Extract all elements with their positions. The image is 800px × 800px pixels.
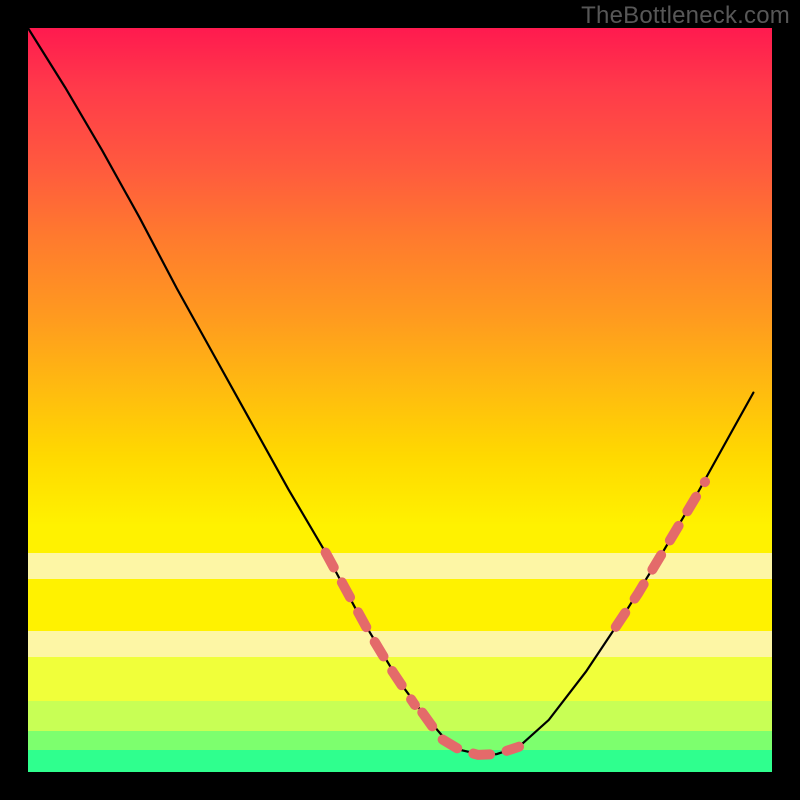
highlight-dashed-segments xyxy=(326,482,705,755)
bottleneck-curve xyxy=(28,28,753,755)
watermark-text: TheBottleneck.com xyxy=(581,2,790,30)
plot-area xyxy=(28,28,772,772)
chart-container: TheBottleneck.com xyxy=(0,0,800,800)
chart-svg xyxy=(28,28,772,772)
highlight-bottom-dashed xyxy=(422,713,519,755)
